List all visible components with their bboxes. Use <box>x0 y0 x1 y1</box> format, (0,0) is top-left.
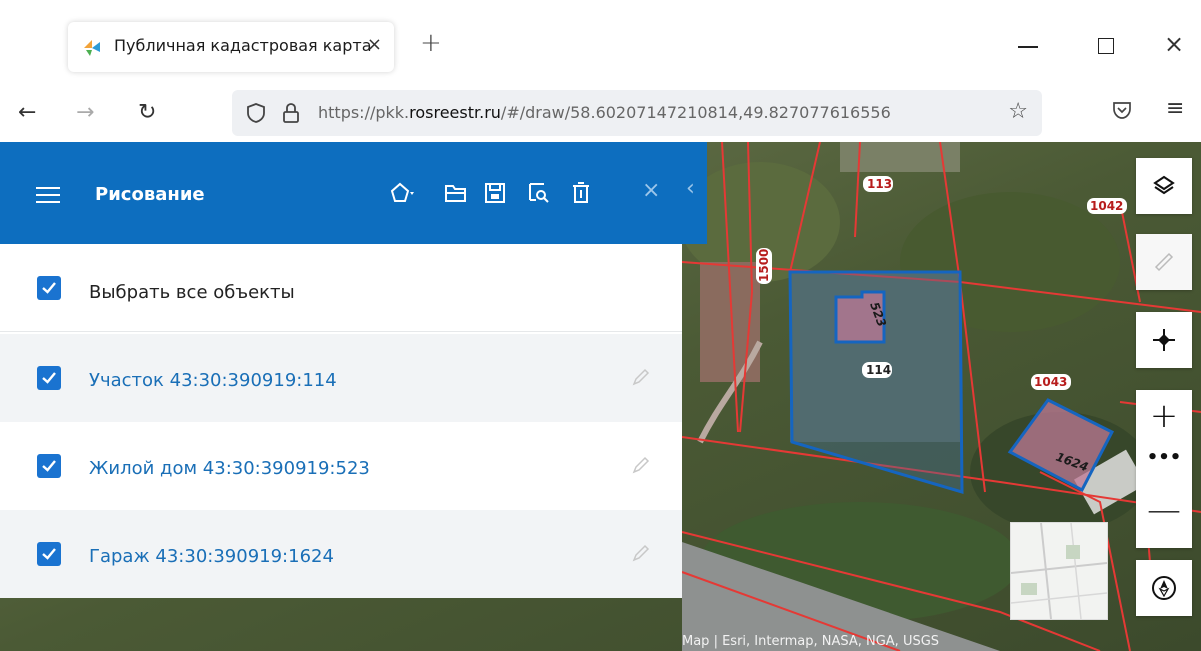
window-maximize-button[interactable] <box>1098 38 1114 54</box>
zoom-control: + ••• — <box>1136 390 1192 548</box>
select-all-checkbox[interactable] <box>37 276 61 300</box>
layers-icon <box>1153 175 1175 195</box>
select-all-row[interactable]: Выбрать все объекты <box>0 244 682 332</box>
url-path: /#/draw/58.60207147210814,49.82707761655… <box>500 103 891 122</box>
item-checkbox[interactable] <box>37 542 61 566</box>
list-item[interactable]: Жилой дом 43:30:390919:523 <box>0 422 682 510</box>
overview-minimap[interactable] <box>1010 522 1108 620</box>
label-1042[interactable]: 1042 <box>1090 199 1123 213</box>
locate-icon <box>1153 329 1175 351</box>
zoom-more-button[interactable]: ••• <box>1136 442 1192 482</box>
measure-button[interactable] <box>1136 234 1192 290</box>
pocket-icon[interactable] <box>1112 100 1132 120</box>
zoom-to-selection-icon[interactable] <box>526 180 552 206</box>
drawing-panel-body: Выбрать все объекты Участок 43:30:390919… <box>0 244 682 598</box>
item-label[interactable]: Участок 43:30:390919:114 <box>89 370 337 391</box>
compass-button[interactable] <box>1136 560 1192 616</box>
reload-icon[interactable]: ↻ <box>138 100 156 125</box>
label-113[interactable]: 113 <box>867 177 892 191</box>
draw-shape-dropdown-icon[interactable] <box>390 180 416 206</box>
shield-icon[interactable] <box>246 102 266 124</box>
close-panel-icon[interactable]: × <box>642 178 660 203</box>
address-bar[interactable]: https://pkk.rosreestr.ru/#/draw/58.60207… <box>232 90 1042 136</box>
url-text[interactable]: https://pkk.rosreestr.ru/#/draw/58.60207… <box>318 103 958 122</box>
map-attribution: Map | Esri, Intermap, NASA, NGA, USGS <box>682 634 940 649</box>
browser-menu-icon[interactable]: ≡ <box>1166 96 1184 121</box>
browser-tabbar: Публичная кадастровая карта × + × <box>0 0 1201 80</box>
delete-trash-icon[interactable] <box>568 180 594 206</box>
open-folder-icon[interactable] <box>443 180 469 206</box>
label-1043[interactable]: 1043 <box>1034 375 1067 389</box>
item-label[interactable]: Жилой дом 43:30:390919:523 <box>89 458 370 479</box>
select-all-label: Выбрать все объекты <box>89 282 295 303</box>
item-checkbox[interactable] <box>37 454 61 478</box>
window-minimize-button[interactable] <box>1018 46 1038 48</box>
list-item[interactable]: Гараж 43:30:390919:1624 <box>0 510 682 598</box>
forward-arrow-icon[interactable]: → <box>76 100 94 125</box>
compass-icon <box>1152 576 1176 600</box>
save-icon[interactable] <box>482 180 508 206</box>
checkmark-icon <box>42 372 56 384</box>
panel-title: Рисование <box>95 184 205 205</box>
checkmark-icon <box>42 282 56 294</box>
label-114[interactable]: 114 <box>866 363 891 377</box>
tab-title: Публичная кадастровая карта <box>114 36 372 55</box>
browser-navbar: ← → ↻ https://pkk.rosreestr.ru/#/draw/58… <box>0 80 1201 142</box>
checkmark-icon <box>42 460 56 472</box>
zoom-in-button[interactable]: + <box>1136 390 1192 442</box>
url-prefix: https://pkk. <box>318 103 410 122</box>
item-label[interactable]: Гараж 43:30:390919:1624 <box>89 546 334 567</box>
zoom-out-button[interactable]: — <box>1136 482 1192 542</box>
bookmark-star-icon[interactable]: ☆ <box>1008 99 1028 124</box>
window-close-button[interactable]: × <box>1164 30 1184 58</box>
lock-icon[interactable] <box>282 102 300 124</box>
new-tab-button[interactable]: + <box>420 28 442 58</box>
collapse-panel-icon[interactable]: ‹ <box>686 176 695 201</box>
minimap-roads <box>1010 522 1108 620</box>
url-host: rosreestr.ru <box>409 103 501 122</box>
edit-pencil-icon[interactable] <box>630 542 652 564</box>
item-checkbox[interactable] <box>37 366 61 390</box>
edit-pencil-icon[interactable] <box>630 366 652 388</box>
back-arrow-icon[interactable]: ← <box>18 100 36 125</box>
site-favicon-icon <box>84 40 100 56</box>
label-1500[interactable]: 1500 <box>757 249 771 282</box>
ruler-icon <box>1154 252 1174 272</box>
locate-button[interactable] <box>1136 312 1192 368</box>
edit-pencil-icon[interactable] <box>630 454 652 476</box>
list-item[interactable]: Участок 43:30:390919:114 <box>0 334 682 422</box>
layers-button[interactable] <box>1136 158 1192 214</box>
drawing-panel-header: Рисование × ‹ <box>0 142 707 244</box>
browser-tab[interactable]: Публичная кадастровая карта × <box>68 22 394 72</box>
checkmark-icon <box>42 548 56 560</box>
hamburger-menu-icon[interactable] <box>36 187 60 203</box>
tab-close-icon[interactable]: × <box>367 34 382 55</box>
